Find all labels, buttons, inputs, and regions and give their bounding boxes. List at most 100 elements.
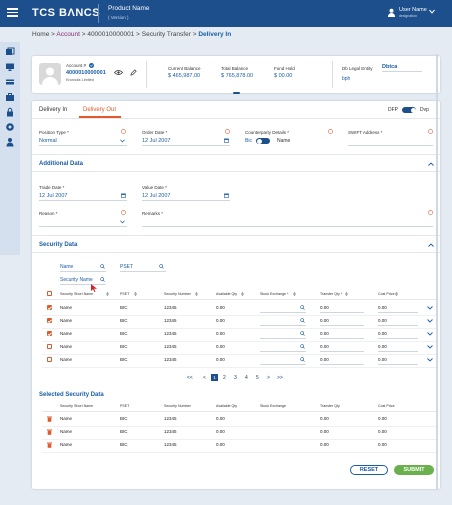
stock-exchange-input[interactable] — [260, 351, 306, 352]
tab-delivery-out[interactable]: Delivery Out — [83, 107, 116, 113]
eye-icon[interactable] — [114, 69, 123, 76]
cost-price-input[interactable]: 0.00 — [378, 305, 387, 310]
submit-button[interactable]: SUBMIT — [394, 465, 434, 475]
transfer-qty-input[interactable]: 0.00 — [320, 331, 329, 336]
pager-page-4[interactable]: 4 — [245, 375, 248, 381]
accounts-icon[interactable] — [5, 47, 15, 57]
breadcrumb-account[interactable]: Account — [56, 31, 80, 38]
user-name[interactable]: User Name — [399, 7, 427, 13]
pager-page-5[interactable]: 5 — [256, 375, 259, 381]
trade-date-input[interactable]: 12 Jul 2007 — [39, 193, 67, 199]
chevron-down-icon[interactable] — [427, 332, 433, 336]
chevron-down-icon[interactable] — [120, 220, 125, 224]
lock-icon[interactable] — [5, 107, 15, 117]
cost-price-input[interactable]: 0.00 — [378, 331, 387, 336]
stock-exchange-input[interactable] — [260, 325, 306, 326]
transfer-qty-input[interactable]: 0.00 — [320, 344, 329, 349]
chevron-down-icon[interactable] — [427, 319, 433, 323]
pager-page-2[interactable]: 2 — [223, 375, 226, 381]
scrollbar-track[interactable] — [436, 54, 438, 490]
trash-icon[interactable] — [47, 429, 52, 435]
chevron-down-icon[interactable] — [427, 358, 433, 362]
pager-last[interactable]: >> — [277, 375, 283, 381]
search-icon[interactable] — [300, 305, 305, 310]
legal-entity-value[interactable]: Dbtca — [382, 64, 397, 70]
sort-icon[interactable] — [241, 291, 244, 296]
transfer-qty-input[interactable]: 0.00 — [320, 305, 329, 310]
cost-price-input[interactable]: 0.00 — [378, 357, 387, 362]
col-header-stock-exchange[interactable]: Stock Exchange * — [260, 292, 288, 296]
briefcase-icon[interactable] — [5, 92, 15, 102]
dfp-dvp-toggle[interactable] — [402, 107, 416, 113]
calendar-icon[interactable] — [224, 138, 229, 143]
transfer-qty-input[interactable]: 0.00 — [320, 318, 329, 323]
collapse-handle[interactable] — [233, 92, 240, 94]
cost-price-input[interactable]: 0.00 — [378, 318, 387, 323]
search-icon[interactable] — [100, 277, 105, 282]
search-icon[interactable] — [100, 264, 105, 269]
reset-button[interactable]: RESET — [350, 465, 388, 475]
stock-exchange-input[interactable] — [260, 312, 306, 313]
row-checkbox[interactable] — [47, 344, 52, 349]
breadcrumb-home[interactable]: Home — [32, 31, 49, 38]
calendar-icon[interactable] — [121, 193, 126, 198]
col-header-transfer-qty[interactable]: Transfer Qty * — [320, 292, 342, 296]
chevron-up-icon[interactable] — [428, 243, 434, 247]
pager-first[interactable]: << — [187, 375, 193, 381]
menu-icon[interactable] — [7, 8, 18, 17]
chevron-down-icon[interactable] — [427, 345, 433, 349]
transfer-qty-input[interactable]: 0.00 — [320, 357, 329, 362]
pager-page-1[interactable]: 1 — [211, 374, 218, 381]
search-icon[interactable] — [300, 318, 305, 323]
breadcrumb-transfer[interactable]: Security Transfer — [142, 31, 191, 38]
col-header-short-name[interactable]: Security Short Name — [60, 292, 93, 296]
user-avatar-icon[interactable] — [387, 8, 396, 17]
cost-price-input[interactable]: 0.00 — [378, 344, 387, 349]
tab-delivery-in[interactable]: Delivery In — [39, 107, 67, 113]
chevron-down-icon[interactable] — [427, 306, 433, 310]
pager-next[interactable]: > — [267, 375, 270, 381]
breadcrumb-account-no[interactable]: 4000010000001 — [87, 31, 134, 38]
stock-exchange-input[interactable] — [260, 364, 306, 365]
globe-icon[interactable] — [5, 122, 15, 132]
search-icon[interactable] — [300, 344, 305, 349]
person-icon[interactable] — [5, 137, 15, 147]
pager-prev[interactable]: < — [203, 375, 206, 381]
edit-icon[interactable] — [130, 69, 137, 76]
sort-icon[interactable] — [195, 291, 198, 296]
sort-icon[interactable] — [395, 291, 398, 296]
chevron-down-icon[interactable] — [429, 9, 435, 14]
col-header-security-number[interactable]: Security Number — [164, 292, 191, 296]
search-icon[interactable] — [159, 264, 164, 269]
sort-icon[interactable] — [106, 291, 109, 296]
row-checkbox[interactable] — [47, 318, 52, 323]
select-all-checkbox[interactable] — [47, 291, 52, 296]
search-icon[interactable] — [300, 331, 305, 336]
trash-icon[interactable] — [47, 442, 52, 448]
pager-page-3[interactable]: 3 — [234, 375, 237, 381]
monitor-icon[interactable] — [5, 62, 15, 72]
row-checkbox[interactable] — [47, 357, 52, 362]
search-icon[interactable] — [300, 357, 305, 362]
chevron-down-icon[interactable] — [120, 139, 125, 143]
trash-icon[interactable] — [47, 416, 52, 422]
sort-icon[interactable] — [134, 291, 137, 296]
row-checkbox[interactable] — [47, 331, 52, 336]
row-checkbox[interactable] — [47, 305, 52, 310]
sort-icon[interactable] — [293, 291, 296, 296]
position-type-select[interactable]: Normal — [39, 138, 57, 144]
value-date-input[interactable]: 12 Jul 2007 — [142, 193, 170, 199]
calendar-icon[interactable] — [224, 193, 229, 198]
col-header-available-qty[interactable]: Available Qty — [216, 292, 237, 296]
filter-name-input[interactable]: Name — [60, 264, 73, 270]
counterparty-toggle[interactable] — [256, 138, 270, 144]
filter-security-name-input[interactable]: Security Name — [60, 277, 93, 283]
stock-exchange-input[interactable] — [260, 338, 306, 339]
card-icon[interactable] — [5, 77, 15, 87]
col-header-pset[interactable]: PSET — [120, 292, 129, 296]
filter-pset-input[interactable]: PSET — [120, 264, 133, 270]
chevron-up-icon[interactable] — [428, 162, 434, 166]
sort-icon[interactable] — [345, 291, 348, 296]
order-date-input[interactable]: 12 Jul 2007 — [142, 138, 170, 144]
col-header-cost-price[interactable]: Cost Price — [378, 292, 395, 296]
